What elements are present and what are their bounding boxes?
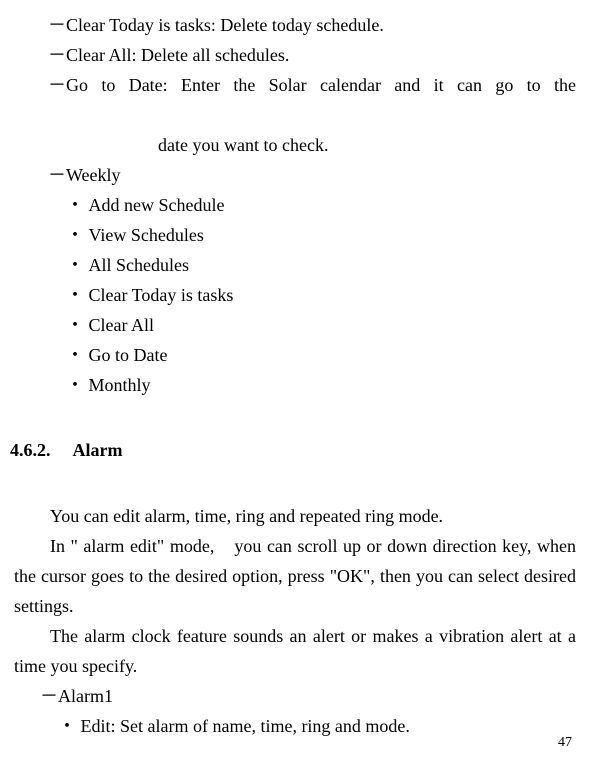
dash-text: Go to Date: Enter the Solar calendar and…	[66, 70, 576, 130]
dash-item: － Alarm1	[40, 681, 582, 711]
paragraph: The alarm clock feature sounds an alert …	[14, 621, 576, 681]
dot-item: ・ Edit: Set alarm of name, time, ring an…	[58, 711, 582, 741]
dot-text: Monthly	[89, 375, 151, 395]
dot-item: ・ Clear Today is tasks	[66, 280, 582, 310]
page-number: 47	[558, 735, 572, 751]
dot-text: Clear All	[89, 315, 155, 335]
paragraph: In " alarm edit" mode, you can scroll up…	[14, 531, 576, 621]
dot-text: View Schedules	[89, 225, 204, 245]
dot-icon: ・	[66, 345, 84, 365]
dash-icon: －	[48, 40, 66, 70]
dash-icon: －	[48, 10, 66, 40]
dash-item: － Clear All: Delete all schedules.	[48, 40, 582, 70]
dash-item: － Weekly	[48, 160, 582, 190]
dash-item: － Clear Today is tasks: Delete today sch…	[48, 10, 582, 40]
dot-icon: ・	[58, 716, 76, 736]
dot-icon: ・	[66, 315, 84, 335]
section-title: Alarm	[73, 440, 123, 460]
dash-item: － Go to Date: Enter the Solar calendar a…	[48, 70, 576, 130]
dash-text: Alarm1	[58, 681, 113, 711]
dash-continuation: date you want to check.	[158, 130, 582, 160]
para-text: In " alarm edit" mode, you can scroll up…	[14, 536, 576, 616]
dot-icon: ・	[66, 285, 84, 305]
paragraph: You can edit alarm, time, ring and repea…	[14, 501, 576, 531]
dot-icon: ・	[66, 375, 84, 395]
dot-item: ・ Go to Date	[66, 340, 582, 370]
section-heading: 4.6.2. Alarm	[10, 440, 582, 461]
dash-icon: －	[40, 681, 58, 711]
dot-text: Go to Date	[89, 345, 168, 365]
dash-icon: －	[48, 160, 66, 190]
para-text: The alarm clock feature sounds an alert …	[14, 626, 576, 676]
dot-text: Edit: Set alarm of name, time, ring and …	[81, 716, 410, 736]
para-text: You can edit alarm, time, ring and repea…	[50, 506, 443, 526]
dot-icon: ・	[66, 195, 84, 215]
dot-text: All Schedules	[89, 255, 190, 275]
dot-item: ・ View Schedules	[66, 220, 582, 250]
dot-item: ・ Clear All	[66, 310, 582, 340]
dot-item: ・ Monthly	[66, 370, 582, 400]
dot-text: Add new Schedule	[89, 195, 225, 215]
dash-text: Clear All: Delete all schedules.	[66, 40, 289, 70]
dot-item: ・ All Schedules	[66, 250, 582, 280]
section-number: 4.6.2.	[10, 440, 51, 460]
dot-icon: ・	[66, 225, 84, 245]
dot-icon: ・	[66, 255, 84, 275]
dot-item: ・ Add new Schedule	[66, 190, 582, 220]
dash-text: Clear Today is tasks: Delete today sched…	[66, 10, 384, 40]
dash-text: Weekly	[66, 160, 121, 190]
dot-text: Clear Today is tasks	[89, 285, 234, 305]
page-content: － Clear Today is tasks: Delete today sch…	[0, 10, 590, 741]
dash-icon: －	[48, 70, 66, 130]
